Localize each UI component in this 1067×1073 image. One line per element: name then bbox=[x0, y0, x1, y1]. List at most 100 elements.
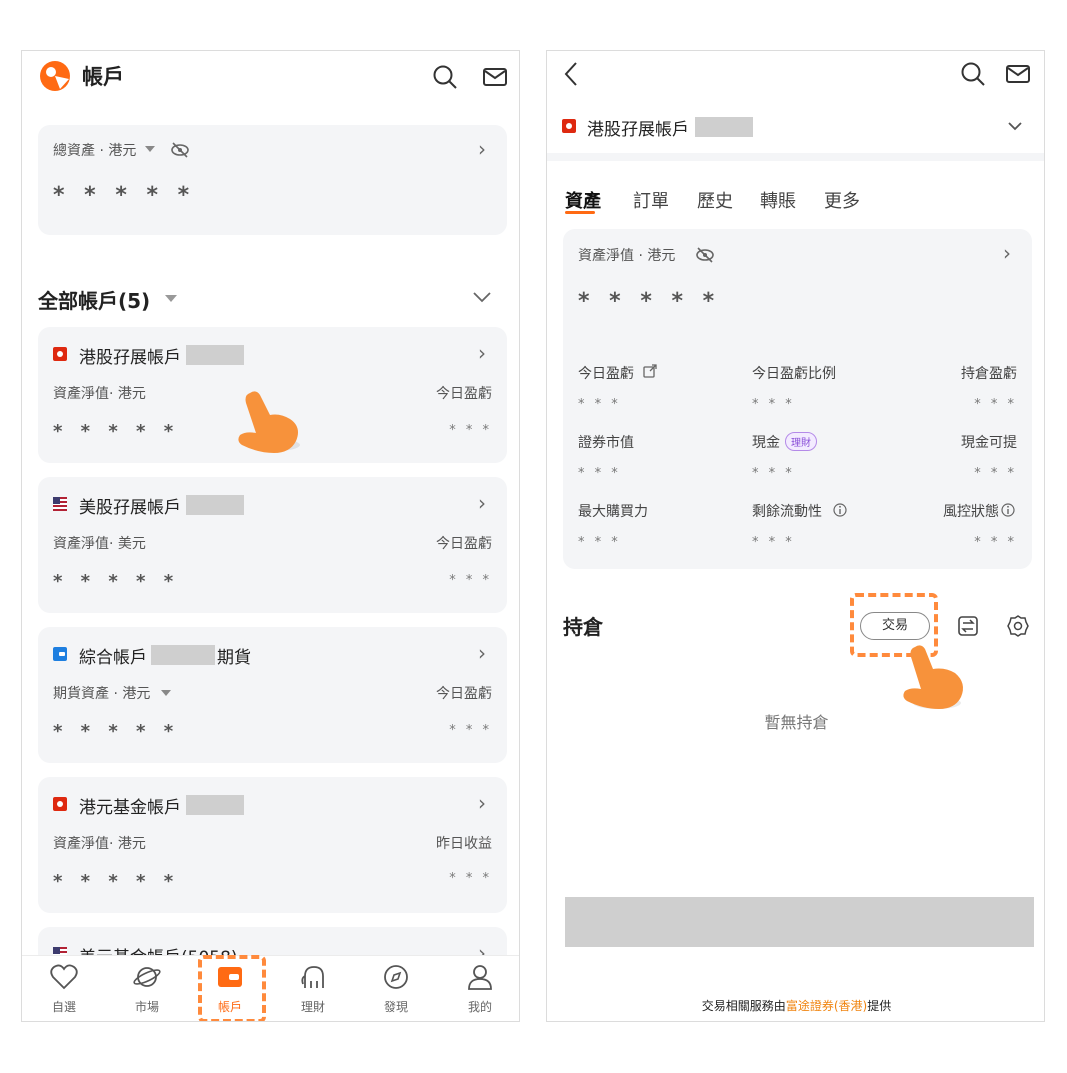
broker-link[interactable]: 富途證券(香港) bbox=[786, 999, 867, 1013]
share-icon[interactable] bbox=[643, 364, 657, 378]
chevron-right-icon[interactable]: › bbox=[478, 491, 486, 515]
chevron-right-icon[interactable]: › bbox=[1003, 241, 1011, 265]
empty-holdings-text: 暫無持倉 bbox=[764, 713, 829, 732]
metric-value: * * * bbox=[752, 397, 795, 412]
net-assets-value: * * * * * bbox=[578, 289, 721, 314]
tab-assets[interactable]: 資產 bbox=[565, 187, 601, 213]
chevron-right-icon[interactable]: › bbox=[478, 791, 486, 815]
tab-more[interactable]: 更多 bbox=[824, 187, 860, 213]
search-icon[interactable] bbox=[432, 64, 458, 90]
hide-eye-icon[interactable] bbox=[170, 141, 190, 159]
elephant-icon bbox=[301, 966, 324, 988]
tab-transfer[interactable]: 轉賬 bbox=[760, 187, 796, 213]
net-assets-label: 資產淨值 · 港元 bbox=[578, 248, 676, 264]
tab-highlight bbox=[198, 955, 266, 1021]
metric-value: * * * bbox=[974, 466, 1017, 481]
account-name: 港元基金帳戶 bbox=[79, 798, 181, 818]
mail-icon[interactable] bbox=[1005, 61, 1031, 87]
account-name-suffix: 期貨 bbox=[217, 648, 251, 668]
info-icon[interactable] bbox=[833, 503, 847, 517]
account-card-hkd-fund[interactable]: 港元基金帳戶 › 資產淨值· 港元 昨日收益 * * * * * * * * bbox=[38, 777, 507, 913]
hk-flag-icon bbox=[562, 119, 576, 133]
tab-market[interactable]: 市場 bbox=[117, 964, 177, 1015]
tab-label: 理財 bbox=[300, 1000, 325, 1014]
metric-value: * * * bbox=[752, 535, 795, 550]
tab-watchlist[interactable]: 自選 bbox=[34, 964, 94, 1015]
settings-gear-icon[interactable] bbox=[1007, 615, 1029, 637]
metric-value: * * * bbox=[974, 535, 1017, 550]
tab-me[interactable]: 我的 bbox=[450, 964, 510, 1015]
chevron-right-icon[interactable]: › bbox=[478, 641, 486, 665]
wealth-badge[interactable]: 理財 bbox=[785, 432, 817, 451]
account-value-label: 期貨資產 · 港元 bbox=[53, 686, 151, 702]
account-number-mask bbox=[186, 795, 244, 815]
metric-value: * * * bbox=[752, 466, 795, 481]
info-icon[interactable] bbox=[1001, 503, 1015, 517]
tab-underline bbox=[565, 211, 595, 214]
account-card-us-margin[interactable]: 美股孖展帳戶 › 資產淨值· 美元 今日盈虧 * * * * * * * * bbox=[38, 477, 507, 613]
pnl-value: * * * bbox=[449, 723, 492, 738]
hk-flag-icon bbox=[53, 347, 67, 361]
metric-label: 今日盈虧比例 bbox=[752, 366, 836, 382]
caret-down-icon[interactable] bbox=[164, 294, 178, 303]
account-value: * * * * * bbox=[53, 871, 180, 892]
pnl-value: * * * bbox=[449, 871, 492, 886]
caret-down-icon[interactable] bbox=[160, 689, 172, 697]
tab-discover[interactable]: 發現 bbox=[366, 964, 426, 1015]
chevron-right-icon[interactable]: › bbox=[478, 137, 486, 161]
all-accounts-title[interactable]: 全部帳戶(5) bbox=[38, 285, 150, 314]
collapse-chevron-icon[interactable] bbox=[472, 291, 492, 303]
tab-history[interactable]: 歷史 bbox=[697, 187, 733, 213]
total-assets-card[interactable]: 總資產 · 港元 › * * * * * bbox=[38, 125, 507, 235]
page-title: 帳戶 bbox=[82, 65, 124, 89]
account-detail-screen: 港股孖展帳戶 資產 訂單 歷史 轉賬 更多 資產淨值 · 港元 › * * * … bbox=[546, 50, 1045, 1022]
account-value-label: 資產淨值· 美元 bbox=[53, 536, 146, 552]
pnl-label: 今日盈虧 bbox=[436, 536, 492, 552]
metric-label: 風控狀態 bbox=[943, 504, 999, 520]
metric-value: * * * bbox=[578, 397, 621, 412]
metric-value: * * * bbox=[578, 466, 621, 481]
chevron-down-icon[interactable] bbox=[1007, 121, 1023, 131]
metric-label: 今日盈虧 bbox=[578, 366, 634, 382]
switch-icon[interactable] bbox=[957, 615, 979, 637]
account-selector[interactable]: 港股孖展帳戶 bbox=[587, 115, 689, 140]
tab-orders[interactable]: 訂單 bbox=[633, 187, 669, 213]
account-number-mask bbox=[151, 645, 215, 665]
hk-flag-icon bbox=[53, 797, 67, 811]
metric-value: * * * bbox=[578, 535, 621, 550]
mail-icon[interactable] bbox=[482, 64, 508, 90]
net-assets-card: 資產淨值 · 港元 › * * * * * 今日盈虧 * * * 今日盈虧比例 … bbox=[563, 229, 1032, 569]
account-name: 綜合帳戶 bbox=[79, 648, 147, 668]
futures-account-icon bbox=[53, 647, 67, 661]
us-flag-icon bbox=[53, 497, 67, 511]
tab-label: 我的 bbox=[467, 1000, 492, 1014]
tab-wealth[interactable]: 理財 bbox=[283, 964, 343, 1015]
holdings-title: 持倉 bbox=[563, 615, 603, 639]
planet-icon bbox=[133, 967, 161, 987]
metric-label: 持倉盈虧 bbox=[961, 366, 1017, 382]
account-value: * * * * * bbox=[53, 721, 180, 742]
search-icon[interactable] bbox=[960, 61, 986, 87]
account-name: 美股孖展帳戶 bbox=[79, 498, 181, 518]
banner-placeholder[interactable] bbox=[565, 897, 1034, 947]
metric-label: 證券市值 bbox=[578, 435, 634, 451]
account-card-futures[interactable]: 綜合帳戶 期貨 › 期貨資產 · 港元 今日盈虧 * * * * * * * * bbox=[38, 627, 507, 763]
pnl-label: 今日盈虧 bbox=[436, 686, 492, 702]
back-icon[interactable] bbox=[563, 61, 579, 87]
bottom-tab-bar: 自選 市場 帳戶 理財 發現 我的 bbox=[22, 955, 519, 1021]
hide-eye-icon[interactable] bbox=[695, 246, 715, 264]
account-number-mask bbox=[695, 117, 753, 137]
account-value: * * * * * bbox=[53, 571, 180, 592]
account-value-label: 資產淨值· 港元 bbox=[53, 836, 146, 852]
total-assets-label: 總資產 · 港元 bbox=[53, 143, 137, 159]
footer-prefix: 交易相關服務由 bbox=[701, 999, 786, 1013]
pnl-value: * * * bbox=[449, 423, 492, 438]
tab-label: 發現 bbox=[383, 1000, 408, 1014]
chevron-right-icon[interactable]: › bbox=[478, 341, 486, 365]
tab-label: 市場 bbox=[134, 1000, 159, 1014]
account-value: * * * * * bbox=[53, 421, 180, 442]
metric-label: 剩餘流動性 bbox=[752, 504, 822, 520]
pnl-label: 今日盈虧 bbox=[436, 386, 492, 402]
account-screen: 帳戶 總資產 · 港元 › * * * * * 全部帳戶(5) 港股孖展帳戶 ›… bbox=[21, 50, 520, 1022]
caret-down-icon[interactable] bbox=[144, 145, 156, 153]
